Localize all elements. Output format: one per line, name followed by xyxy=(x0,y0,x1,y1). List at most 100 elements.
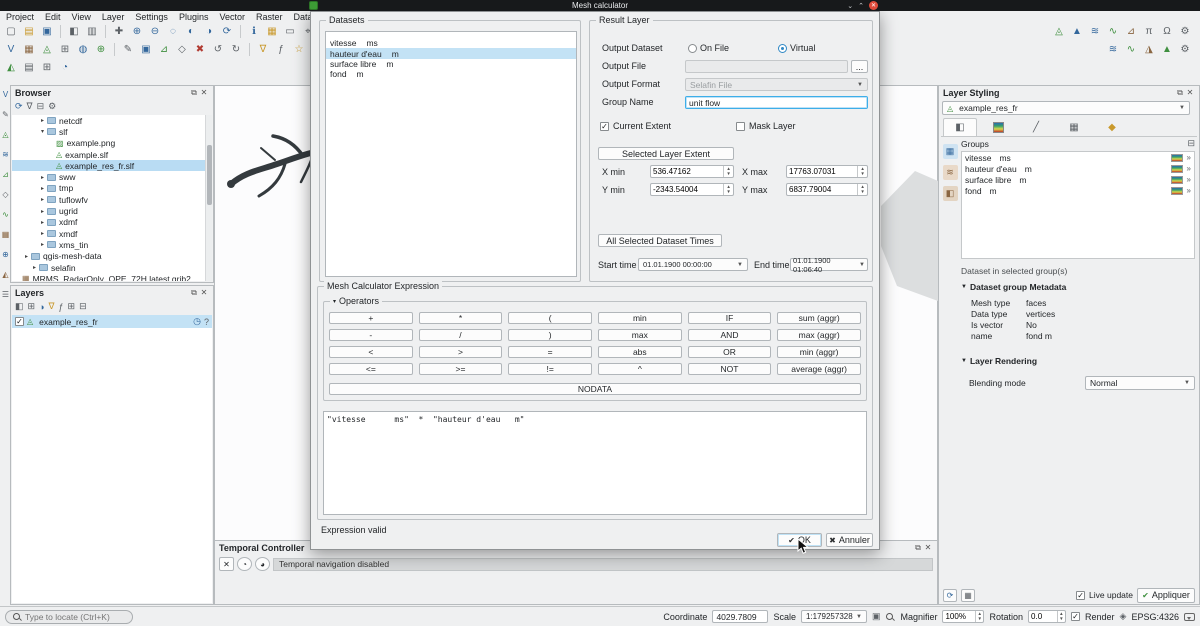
current-extent-checkbox[interactable]: ✓ xyxy=(600,122,609,131)
edit-pencil-icon[interactable]: ✎ xyxy=(2,110,9,119)
vector-toolbox-icon[interactable]: V xyxy=(3,90,8,99)
magnifier-input[interactable] xyxy=(943,611,974,622)
dataset-row-fond[interactable]: fondm xyxy=(326,69,576,79)
favorites-icon[interactable]: ☆ xyxy=(291,41,307,57)
ok-button[interactable]: ✔OK xyxy=(777,533,822,547)
mesh-calculator-icon[interactable]: ◬ xyxy=(1051,23,1067,39)
add-circle-icon[interactable]: ⊕ xyxy=(2,250,9,259)
crs-button[interactable]: EPSG:4326 xyxy=(1131,612,1179,622)
close-panel-icon[interactable]: ✕ xyxy=(1185,88,1195,97)
tree-item-xdmf[interactable]: ▸xdmf xyxy=(12,217,205,228)
add-feature-icon[interactable]: ⊿ xyxy=(156,41,172,57)
op-lparen-button[interactable]: ( xyxy=(508,312,592,324)
group-row-surface[interactable]: surface librem» xyxy=(962,174,1194,185)
blending-mode-select[interactable]: Normal▼ xyxy=(1085,376,1195,390)
float-panel-icon[interactable]: ⧉ xyxy=(189,88,199,98)
spin-arrows-icon[interactable]: ▲▼ xyxy=(723,184,733,195)
layout-manager-icon[interactable]: ◧ xyxy=(66,23,82,39)
tab-labels[interactable]: ◆ xyxy=(1095,118,1129,136)
mask-layer-row[interactable]: Mask Layer xyxy=(736,121,796,131)
menu-layer[interactable]: Layer xyxy=(102,12,125,22)
tab-mesh-frame[interactable]: ╱ xyxy=(1019,118,1053,136)
op-sum-aggr-button[interactable]: sum (aggr) xyxy=(777,312,861,324)
temporal-animated-button[interactable]: ◕ xyxy=(255,557,270,571)
refresh-map-icon[interactable]: ⟳ xyxy=(219,23,235,39)
tree-item-xms-tin[interactable]: ▸xms_tin xyxy=(12,239,205,250)
close-panel-icon[interactable]: ✕ xyxy=(199,88,209,97)
y-min-spinbox[interactable]: ▲▼ xyxy=(650,183,734,196)
op-multiply-button[interactable]: * xyxy=(419,312,503,324)
new-project-icon[interactable]: ▢ xyxy=(3,23,19,39)
zoom-out-icon[interactable]: ⊖ xyxy=(147,23,163,39)
tree-item-example-png[interactable]: ▨example.png xyxy=(12,138,205,149)
waves-tool-icon[interactable]: ≋ xyxy=(2,150,9,159)
group-row-fond[interactable]: fondm» xyxy=(962,185,1194,196)
apply-button[interactable]: ✔Appliquer xyxy=(1137,588,1195,603)
menu-plugins[interactable]: Plugins xyxy=(179,12,209,22)
zoom-full-icon[interactable]: ◌ xyxy=(165,23,181,39)
render-checkbox[interactable]: ✓ xyxy=(1071,612,1080,621)
tin-mesh-icon[interactable]: ◮ xyxy=(1141,41,1157,57)
on-file-radio[interactable] xyxy=(688,44,697,53)
op-ne-button[interactable]: != xyxy=(508,363,592,375)
all-dataset-times-button[interactable]: All Selected Dataset Times xyxy=(598,234,722,247)
clock-tool-icon[interactable]: ◔ xyxy=(57,59,73,75)
terrain-shade-icon[interactable]: ▲ xyxy=(1159,41,1175,57)
menu-settings[interactable]: Settings xyxy=(135,12,168,22)
chevron-right-icon[interactable]: ▸ xyxy=(38,196,47,203)
spin-arrows-icon[interactable]: ▲▼ xyxy=(1057,611,1065,622)
save-edits-icon[interactable]: ▣ xyxy=(138,41,154,57)
wave-analysis-icon[interactable]: ≋ xyxy=(1105,41,1121,57)
menu-project[interactable]: Project xyxy=(6,12,34,22)
statistics-icon[interactable]: π xyxy=(1141,23,1157,39)
chevron-right-icon[interactable]: ▸ xyxy=(38,185,47,192)
browser-scrollbar[interactable] xyxy=(205,115,212,281)
settings-icon[interactable]: ⚙ xyxy=(1177,23,1193,39)
chevron-right-icon[interactable]: ▸ xyxy=(38,117,47,124)
add-wms-layer-icon[interactable]: ◍ xyxy=(75,41,91,57)
redo-icon[interactable]: ↻ xyxy=(228,41,244,57)
op-or-button[interactable]: OR xyxy=(688,346,772,358)
minimize-icon[interactable]: ⌄ xyxy=(847,2,853,10)
float-panel-icon[interactable]: ⧉ xyxy=(913,543,923,553)
op-minus-button[interactable]: - xyxy=(329,329,413,341)
op-divide-button[interactable]: / xyxy=(419,329,503,341)
op-plus-button[interactable]: + xyxy=(329,312,413,324)
virtual-radio-row[interactable]: Virtual xyxy=(778,43,815,53)
extra-settings-icon[interactable]: ⚙ xyxy=(1177,41,1193,57)
print-layout-icon[interactable]: ▥ xyxy=(84,23,100,39)
spin-arrows-icon[interactable]: ▲▼ xyxy=(975,611,984,622)
remove-layer-icon[interactable]: ⊟ xyxy=(79,301,87,312)
undo-icon[interactable]: ↺ xyxy=(210,41,226,57)
add-group-icon[interactable]: ⊞ xyxy=(28,301,36,312)
zoom-in-icon[interactable]: ⊕ xyxy=(129,23,145,39)
float-panel-icon[interactable]: ⧉ xyxy=(1175,88,1185,98)
magnifier-spinbox[interactable]: ▲▼ xyxy=(942,610,984,623)
contours-icon[interactable] xyxy=(1171,165,1183,173)
wave-tool-icon[interactable]: ∿ xyxy=(1105,23,1121,39)
chevron-right-icon[interactable]: ▸ xyxy=(38,208,47,215)
properties-icon[interactable]: ⚙ xyxy=(48,101,56,112)
layer-visibility-checkbox[interactable]: ✓ xyxy=(15,317,24,326)
layer-item-example-res-fr[interactable]: ✓ ◬ example_res_fr ◷ ? xyxy=(12,315,212,328)
rotation-spinbox[interactable]: ▲▼ xyxy=(1028,610,1066,623)
temporal-fixed-range-button[interactable]: ◔ xyxy=(237,557,252,571)
x-max-input[interactable] xyxy=(787,166,857,177)
tab-grid[interactable]: ▦ xyxy=(1057,118,1091,136)
georeferencer-icon[interactable]: ⊿ xyxy=(1123,23,1139,39)
dataset-row-hauteur[interactable]: hauteur d'eaum xyxy=(326,48,576,58)
coordinate-input[interactable] xyxy=(712,610,768,623)
filter-browser-icon[interactable]: ∇ xyxy=(27,101,33,112)
contours-icon[interactable] xyxy=(1171,154,1183,162)
tree-item-slf[interactable]: ▾slf xyxy=(12,126,205,137)
op-min-button[interactable]: min xyxy=(598,312,682,324)
delete-selected-icon[interactable]: ✖ xyxy=(192,41,208,57)
flow-tool-icon[interactable]: ∿ xyxy=(1123,41,1139,57)
rotation-input[interactable] xyxy=(1029,611,1057,622)
map-extent-icon[interactable]: ▦ xyxy=(961,589,975,602)
group-name-input[interactable] xyxy=(685,96,868,109)
tab-contours[interactable] xyxy=(981,118,1015,136)
op-lt-button[interactable]: < xyxy=(329,346,413,358)
dataset-row-surface[interactable]: surface librem xyxy=(326,59,576,69)
zoom-last-icon[interactable]: ◐ xyxy=(183,23,199,39)
